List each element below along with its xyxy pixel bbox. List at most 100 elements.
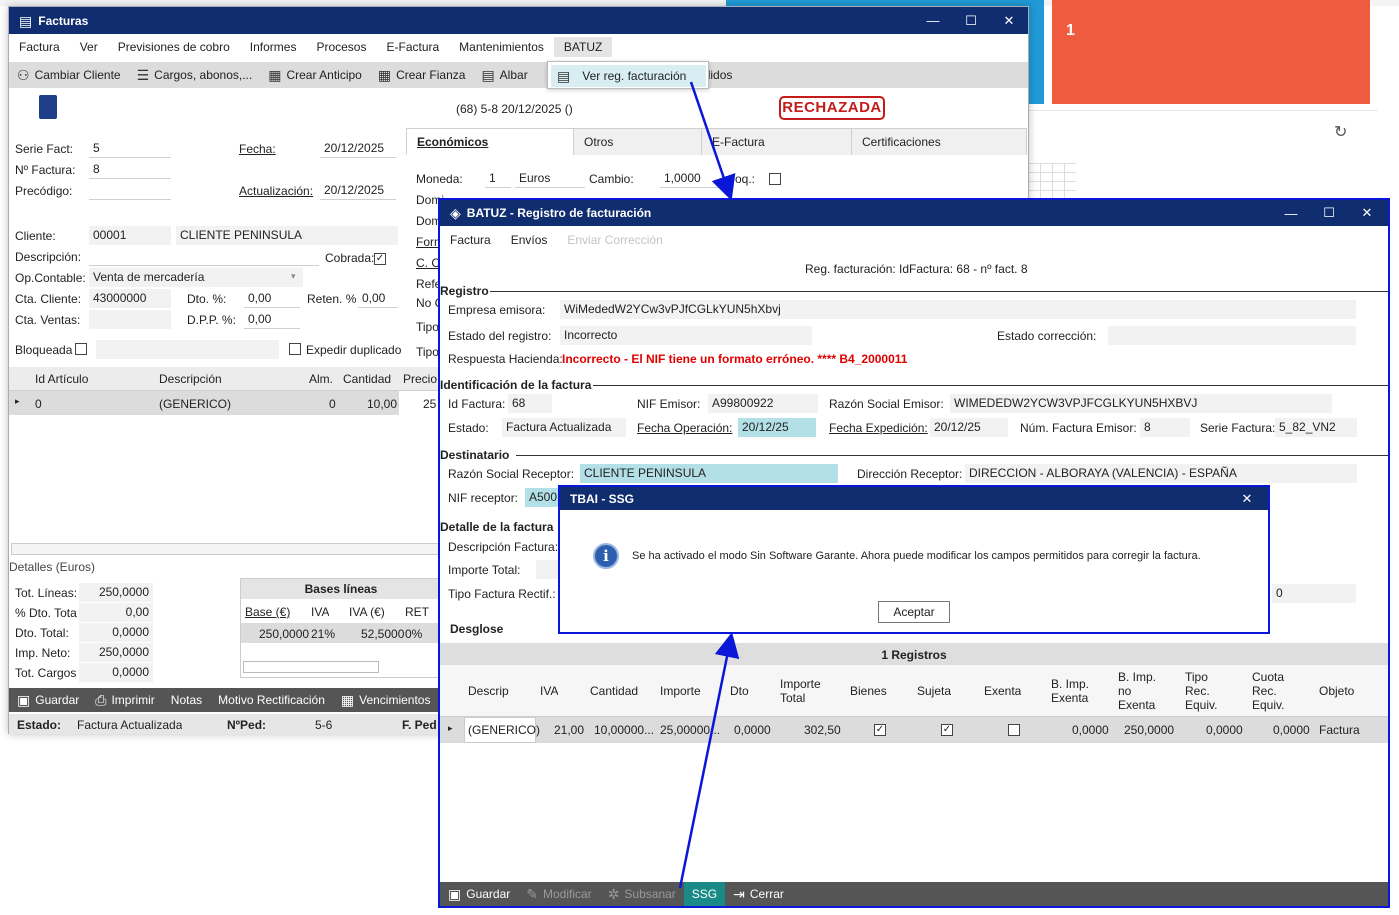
lines-horizontal-scrollbar[interactable] [11,543,439,555]
maximize-icon[interactable]: ☐ [952,13,990,29]
dialog-titlebar[interactable]: TBAI - SSG ✕ [560,487,1268,510]
cambiar-cliente-button[interactable]: ⚇ Cambiar Cliente [9,68,129,82]
direccion-receptor-field[interactable]: DIRECCION - ALBORAYA (VALENCIA) - ESPAÑA [965,464,1357,483]
bases-col-iva[interactable]: IVA [311,605,329,619]
descripcion-field[interactable] [89,247,319,266]
close-icon[interactable]: ✕ [1228,491,1266,507]
precodigo-field[interactable] [89,181,171,200]
refresh-icon[interactable]: ↻ [1334,122,1347,142]
crear-fianza-button[interactable]: ▦ Crear Fianza [370,68,474,82]
close-icon[interactable]: ✕ [990,13,1028,29]
cambio-field[interactable]: 1,0000 [660,169,726,188]
cuenta-label[interactable]: C. C [416,256,440,270]
razon-receptor-field[interactable]: CLIENTE PENINSULA [580,464,838,483]
numero-field[interactable]: 8 [89,160,171,179]
minimize-icon[interactable]: — [914,13,952,28]
sujeta-checkbox[interactable]: ✓ [941,724,953,736]
col-iva[interactable]: IVA [540,684,558,698]
batuz-titlebar[interactable]: ◈ BATUZ - Registro de facturación — ☐ ✕ [440,200,1388,226]
fecha-label[interactable]: Fecha: [239,142,276,156]
col-dto[interactable]: Dto [730,684,749,698]
id-factura-field[interactable]: 68 [508,394,552,413]
cobrada-checkbox[interactable]: ✓ [374,253,386,265]
fecha-expedicion-label[interactable]: Fecha Expedición: [829,421,928,435]
row-expand-icon[interactable]: ▸ [448,723,453,734]
albaran-button[interactable]: ▤ Albar [473,68,535,82]
tab-certificaciones[interactable]: Certificaciones [851,128,1027,155]
estado-correccion-field[interactable] [1108,326,1356,345]
col-alm[interactable]: Alm. [309,372,333,386]
ver-reg-facturacion-item[interactable]: ▤ Ver reg. facturación [551,65,706,87]
tab-otros[interactable]: Otros [573,128,702,155]
fecha-expedicion-field[interactable]: 20/12/25 [930,418,1008,437]
actualizacion-label[interactable]: Actualización: [239,184,313,198]
bloq-checkbox[interactable] [769,173,781,185]
table-row[interactable]: 250,0000 21% 52,5000 0% [241,623,441,643]
cliente-code-field[interactable]: 00001 [89,226,171,245]
dto-field[interactable]: 0,00 [244,289,300,308]
moneda-name-field[interactable]: Euros [515,169,585,188]
table-row[interactable]: ▸ (GENERICO) 21,00 10,00000... 25,00000.… [440,717,1388,743]
menu-procesos[interactable]: Procesos [306,40,376,54]
razon-emisor-field[interactable]: WIMEDEDW2YCW3VPJFCGLKYUN5HXBVJ [950,394,1332,413]
actualizacion-field[interactable]: 20/12/2025 [320,181,396,200]
menu-previsiones[interactable]: Previsiones de cobro [108,40,240,54]
nif-emisor-field[interactable]: A99800922 [708,394,818,413]
cell-descrip[interactable]: (GENERICO) [468,723,540,737]
estado-registro-field[interactable]: Incorrecto [560,326,812,345]
menu-mantenimientos[interactable]: Mantenimientos [449,40,554,54]
cerrar-button[interactable]: ⇥ Cerrar [725,887,792,901]
close-icon[interactable]: ✕ [1348,205,1386,221]
col-id-articulo[interactable]: Id Artículo [35,372,88,386]
serie-factura-field[interactable]: 5_82_VN2 [1275,418,1357,437]
col-precio[interactable]: Precio [403,372,437,386]
bases-col-iva-eur[interactable]: IVA (€) [349,605,385,619]
reten-field[interactable]: 0,00 [358,289,398,308]
fecha-field[interactable]: 20/12/2025 [320,139,396,158]
cta-ventas-select[interactable] [89,310,171,329]
bases-horizontal-scrollbar[interactable] [243,661,379,673]
col-descripcion[interactable]: Descripción [159,372,222,386]
menu-factura[interactable]: Factura [440,233,501,247]
fecha-operacion-label[interactable]: Fecha Operación: [637,421,732,435]
cargos-button[interactable]: ☰ Cargos, abonos,... [129,68,261,82]
expedir-checkbox[interactable] [289,343,301,355]
col-bimp-no-exenta[interactable]: B. Imp. no Exenta [1118,670,1168,712]
col-cuota-rec[interactable]: Cuota Rec. Equiv. [1252,670,1302,712]
facturas-titlebar[interactable]: ▤ Facturas — ☐ ✕ [9,7,1028,34]
motivo-button[interactable]: Motivo Rectificación [210,693,333,707]
tab-efactura[interactable]: E-Factura [701,128,852,155]
cta-cliente-field[interactable]: 43000000 [89,289,171,308]
menu-ver[interactable]: Ver [70,40,108,54]
bloqueada-checkbox[interactable] [75,343,87,355]
menu-envios[interactable]: Envíos [501,233,558,247]
cliente-name-field[interactable]: CLIENTE PENINSULA [176,226,398,245]
notas-button[interactable]: Notas [163,693,210,707]
col-importe[interactable]: Importe [660,684,701,698]
row-expand-icon[interactable]: ▸ [15,396,20,407]
tab-economicos[interactable]: Económicos [406,128,574,155]
menu-efactura[interactable]: E-Factura [376,40,449,54]
bases-col-ret[interactable]: RET [405,605,429,619]
empresa-field[interactable]: WiMededW2YCw3vPJfCGLkYUN5hXbvj [560,300,1356,319]
col-objeto[interactable]: Objeto [1319,684,1354,698]
col-bimp-exenta[interactable]: B. Imp. Exenta [1051,677,1101,705]
table-row[interactable]: ▸ 0 (GENERICO) 0 10,00 25 [9,391,439,415]
menu-informes[interactable]: Informes [240,40,307,54]
aceptar-button[interactable]: Aceptar [878,601,950,623]
menu-factura[interactable]: Factura [9,40,70,54]
col-descrip[interactable]: Descrip [468,684,509,698]
maximize-icon[interactable]: ☐ [1310,205,1348,221]
dashboard-tile-red[interactable]: 1 [1052,0,1370,104]
col-importe-total[interactable]: Importe Total [780,677,830,705]
tipo-rectif-field[interactable]: 0 [1272,584,1356,603]
moneda-code-field[interactable]: 1 [485,169,511,188]
crear-anticipo-button[interactable]: ▦ Crear Anticipo [260,68,370,82]
col-exenta[interactable]: Exenta [984,684,1021,698]
fecha-operacion-field[interactable]: 20/12/25 [738,418,816,437]
exenta-checkbox[interactable] [1008,724,1020,736]
num-factura-field[interactable]: 8 [1140,418,1190,437]
col-bienes[interactable]: Bienes [850,684,887,698]
chevron-down-icon[interactable]: ▾ [291,271,296,282]
imprimir-button[interactable]: ⎙ Imprimir [87,693,163,707]
